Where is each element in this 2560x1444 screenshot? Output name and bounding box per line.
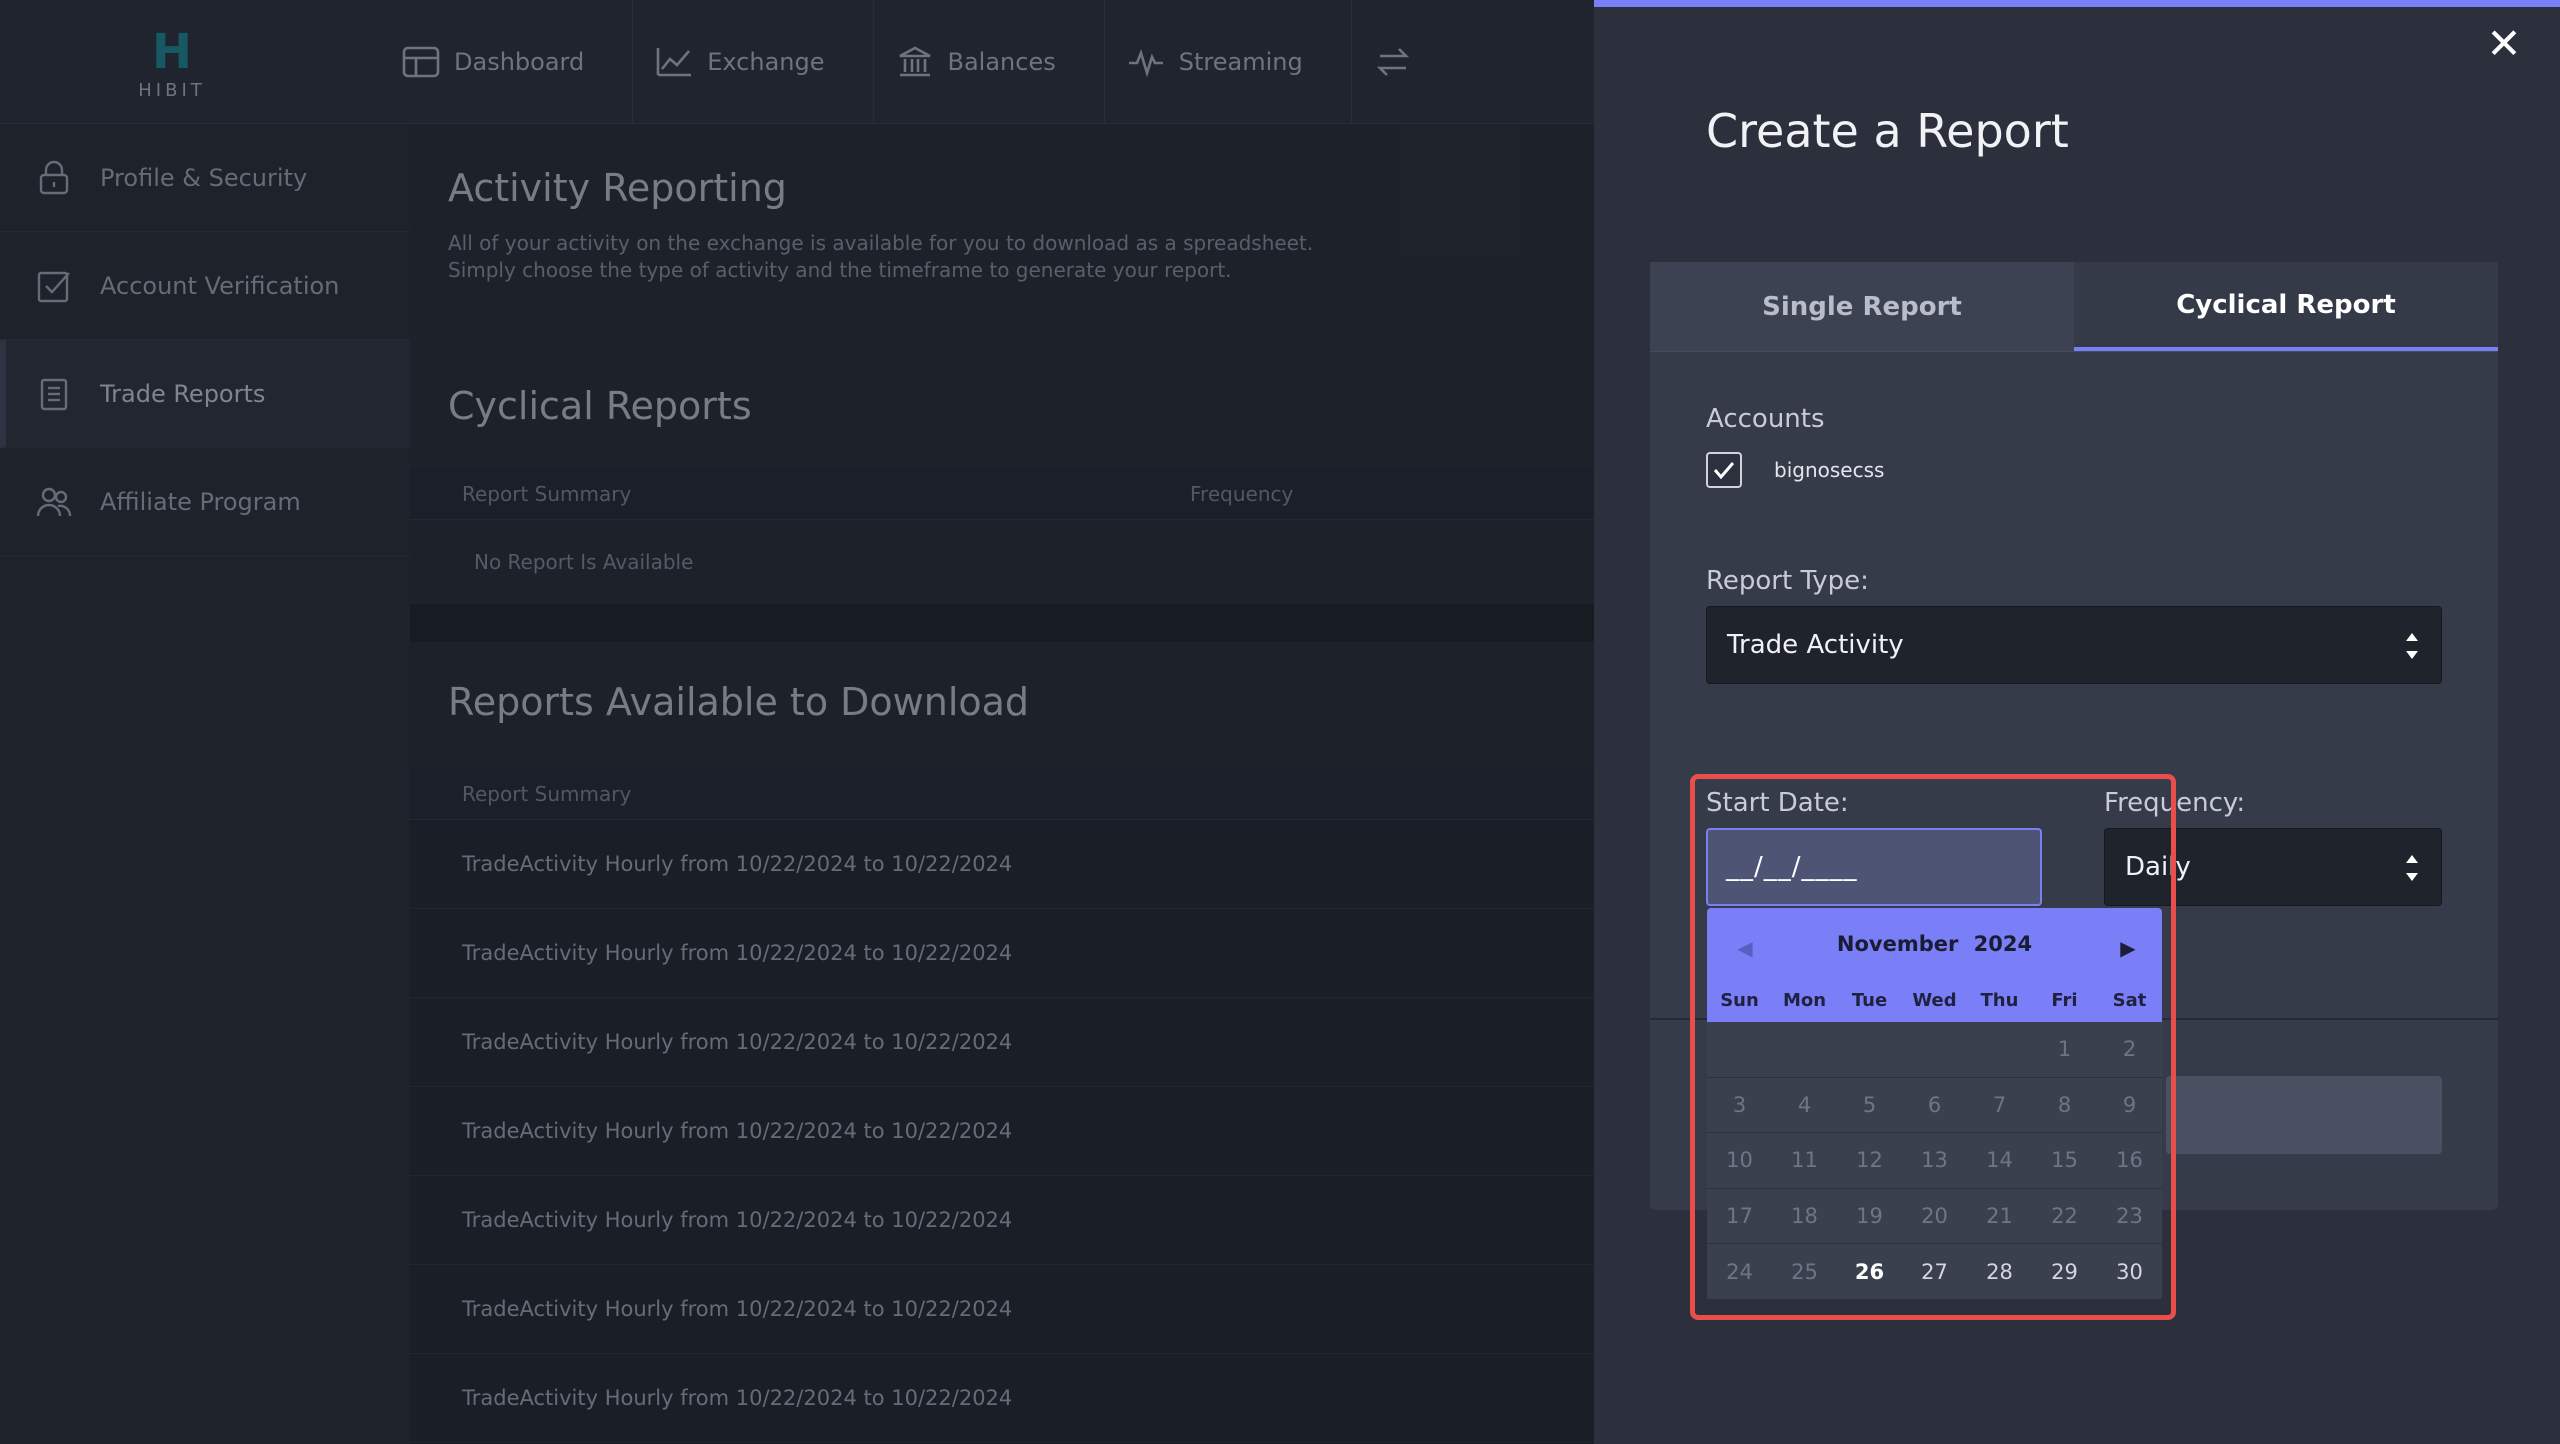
tab-cyclical-report[interactable]: Cyclical Report bbox=[2074, 262, 2498, 351]
checkmark-icon bbox=[1713, 462, 1735, 480]
modal-backdrop[interactable] bbox=[0, 0, 1594, 1444]
account-name: bignosecss bbox=[1774, 458, 1885, 482]
highlight-box bbox=[1690, 774, 2176, 1320]
modal-title: Create a Report bbox=[1706, 104, 2069, 158]
tab-single-report[interactable]: Single Report bbox=[1650, 262, 2074, 351]
select-arrows-icon bbox=[2406, 855, 2418, 881]
report-tabs: Single Report Cyclical Report bbox=[1650, 262, 2498, 352]
account-checkbox[interactable] bbox=[1706, 452, 1742, 488]
close-icon[interactable]: ✕ bbox=[2484, 23, 2524, 65]
report-type-value: Trade Activity bbox=[1727, 630, 1904, 660]
generate-report-button[interactable] bbox=[2166, 1076, 2442, 1154]
report-type-label: Report Type: bbox=[1706, 566, 1869, 596]
select-arrows-icon bbox=[2406, 633, 2418, 659]
panel-accent-bar bbox=[1594, 0, 2560, 7]
accounts-label: Accounts bbox=[1706, 404, 1825, 434]
report-type-select[interactable]: Trade Activity bbox=[1706, 606, 2442, 684]
